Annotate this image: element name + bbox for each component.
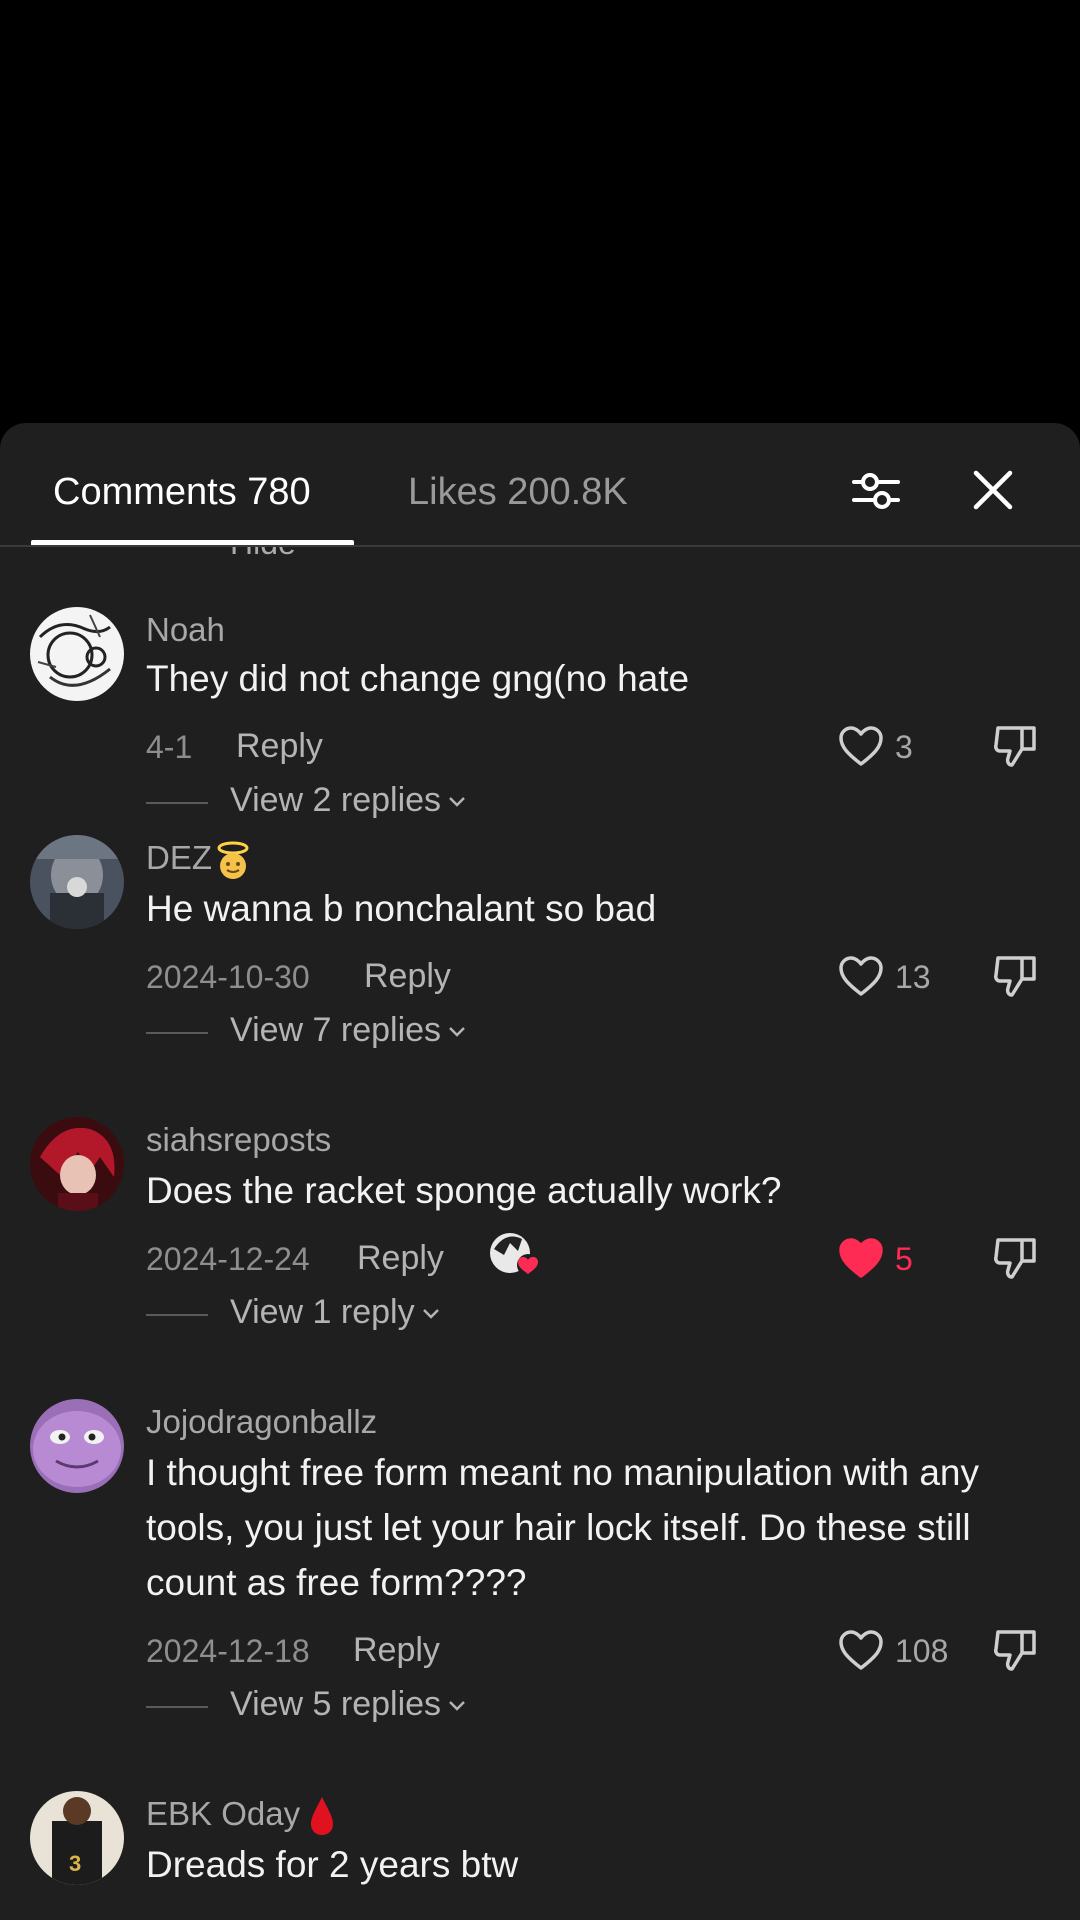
comment-text: I thought free form meant no manipulatio…: [146, 1452, 979, 1603]
comment-username[interactable]: Jojodragonballz: [146, 1403, 377, 1441]
comment-date: 2024-12-24: [146, 1241, 310, 1277]
reply-button[interactable]: Reply: [364, 957, 451, 996]
like-count: 3: [895, 729, 913, 765]
comment-date: 2024-12-18: [146, 1633, 310, 1669]
view-replies-label: View 1 reply: [230, 1293, 415, 1331]
comment-username[interactable]: siahsreposts: [146, 1121, 331, 1159]
heart-icon[interactable]: [838, 1629, 884, 1671]
view-replies-link[interactable]: View 7 replies: [230, 1011, 465, 1050]
replies-divider: [146, 802, 208, 804]
angel-face-emoji: [217, 841, 249, 880]
view-replies-link[interactable]: View 5 replies: [230, 1685, 465, 1724]
comment-username[interactable]: DEZ: [146, 839, 254, 880]
heart-icon[interactable]: [838, 1237, 884, 1279]
avatar[interactable]: [30, 1117, 124, 1211]
comment-date: 2024-10-30: [146, 959, 310, 995]
username-label: DEZ: [146, 839, 212, 876]
dislike-icon[interactable]: [992, 1627, 1040, 1673]
avatar[interactable]: [30, 835, 124, 929]
chevron-down-icon: [449, 1701, 465, 1711]
blood-drop-emoji: [311, 1797, 334, 1836]
view-replies-label: View 2 replies: [230, 781, 442, 819]
dislike-icon[interactable]: [992, 953, 1040, 999]
avatar[interactable]: 3: [30, 1791, 124, 1885]
replies-divider: [146, 1314, 208, 1316]
comments-sheet: Comments 780 Likes 200.8K Hide: [0, 423, 1080, 1920]
like-count: 108: [895, 1633, 949, 1669]
view-replies-label: View 5 replies: [230, 1685, 442, 1723]
dislike-icon[interactable]: [992, 723, 1040, 769]
avatar[interactable]: [30, 1399, 124, 1493]
comment-text: They did not change gng(no hate: [146, 658, 690, 699]
hide-replies-link[interactable]: Hide: [230, 547, 296, 562]
comment-username[interactable]: EBK Oday: [146, 1795, 338, 1837]
filter-sliders-icon[interactable]: [852, 463, 900, 519]
comment-date: 4-1: [146, 729, 193, 765]
view-replies-link[interactable]: View 2 replies: [230, 781, 465, 820]
reply-button[interactable]: Reply: [357, 1239, 444, 1278]
reply-button[interactable]: Reply: [353, 1631, 440, 1670]
chevron-down-icon: [449, 1027, 465, 1037]
tab-bar: Comments 780 Likes 200.8K: [0, 423, 1080, 547]
comment-username[interactable]: Noah: [146, 611, 225, 649]
dislike-icon[interactable]: [992, 1235, 1040, 1281]
reply-button[interactable]: Reply: [236, 727, 323, 766]
comment-text: Does the racket sponge actually work?: [146, 1170, 782, 1211]
like-count: 13: [895, 959, 931, 995]
tab-likes[interactable]: Likes 200.8K: [408, 467, 628, 517]
chevron-down-icon: [422, 1309, 439, 1319]
heart-icon[interactable]: [838, 725, 884, 767]
avatar[interactable]: [30, 607, 124, 701]
replies-divider: [146, 1706, 208, 1708]
comment-list[interactable]: Hide Noah They did not change gng(no hat…: [0, 547, 1080, 1920]
chevron-down-icon: [449, 797, 465, 807]
close-icon[interactable]: [970, 463, 1016, 517]
tab-comments[interactable]: Comments 780: [53, 467, 311, 517]
like-count: 5: [895, 1241, 913, 1277]
view-replies-link[interactable]: View 1 reply: [230, 1293, 439, 1332]
creator-liked-icon: [490, 1233, 539, 1276]
comment-text: He wanna b nonchalant so bad: [146, 888, 657, 929]
comment-text: Dreads for 2 years btw: [146, 1844, 519, 1885]
replies-divider: [146, 1032, 208, 1034]
view-replies-label: View 7 replies: [230, 1011, 442, 1049]
username-label: EBK Oday: [146, 1795, 301, 1832]
svg-text:3: 3: [69, 1851, 81, 1876]
heart-icon[interactable]: [838, 955, 884, 997]
